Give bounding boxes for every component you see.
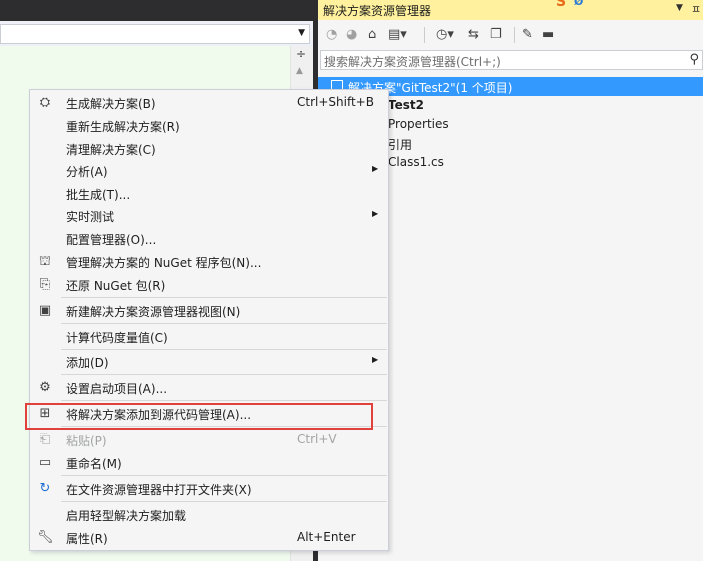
history-icon[interactable]: ◷▾ — [436, 26, 454, 44]
tree-item-label: 引用 — [388, 138, 413, 152]
menu-item-label: 分析(A) — [66, 165, 108, 179]
menu-item-label: 属性(R) — [66, 532, 108, 546]
navigation-dropdown[interactable]: ▼ — [0, 24, 310, 44]
menu-item-label: 启用轻型解决方案加载 — [66, 509, 187, 523]
collapse-all-icon[interactable]: ❐ — [490, 26, 502, 44]
tree-item-label: Class1.cs — [388, 155, 444, 169]
menu-item-label: 批生成(T)... — [66, 188, 131, 202]
menu-item-label: 管理解决方案的 NuGet 程序包(N)... — [66, 256, 262, 270]
menu-item-rebuild-solution[interactable]: 重新生成解决方案(R) — [30, 115, 388, 137]
menu-separator — [61, 501, 387, 502]
menu-item-paste[interactable]: ⎗ 粘贴(P) Ctrl+V — [30, 429, 388, 451]
menu-separator — [61, 297, 387, 298]
highlight-annotation-box — [25, 403, 373, 430]
menu-item-build-solution[interactable]: ⛭ 生成解决方案(B) Ctrl+Shift+B — [30, 92, 388, 114]
menu-item-rename[interactable]: ▭ 重命名(M) — [30, 452, 388, 474]
submenu-arrow-icon: ▶ — [372, 209, 379, 218]
menu-item-label: 清理解决方案(C) — [66, 143, 156, 157]
build-solution-icon: ⛭ — [39, 95, 51, 110]
submenu-arrow-icon: ▶ — [372, 164, 379, 173]
back-icon[interactable]: ◔ — [326, 26, 337, 44]
solution-explorer-toolbar: ◔ ◕ ⌂ ▤▾ ◷▾ ⇆ ❐ ✎ ▬ — [318, 23, 703, 47]
menu-item-label: 实时测试 — [66, 210, 115, 224]
paste-icon: ⎗ — [39, 432, 51, 447]
menu-item-label: 重新生成解决方案(R) — [66, 120, 180, 134]
menu-separator — [61, 475, 387, 476]
menu-separator — [61, 323, 387, 324]
solution-search-input[interactable]: 搜索解决方案资源管理器(Ctrl+;) ⚲ — [320, 50, 703, 70]
submenu-arrow-icon: ▶ — [372, 355, 379, 364]
sync-icon[interactable]: ⇆ — [468, 26, 479, 44]
menu-item-clean-solution[interactable]: 清理解决方案(C) — [30, 138, 388, 160]
menu-separator — [61, 374, 387, 375]
menu-item-lightweight-load[interactable]: 启用轻型解决方案加载 — [30, 504, 388, 526]
menu-item-configuration-manager[interactable]: 配置管理器(O)... — [30, 228, 388, 250]
menu-item-shortcut: Alt+Enter — [297, 530, 356, 544]
menu-separator — [61, 400, 387, 401]
menu-item-add[interactable]: 添加(D) ▶ — [30, 351, 388, 373]
nuget-package-icon: ⛫ — [39, 254, 51, 269]
switch-views-icon[interactable]: ▤▾ — [388, 26, 407, 44]
menu-item-label: 配置管理器(O)... — [66, 233, 157, 247]
watermark-logo-icon-2: Ø — [574, 0, 584, 8]
menu-item-label: 生成解决方案(B) — [66, 97, 156, 111]
restore-package-icon: ⎘ — [39, 277, 51, 292]
menu-item-batch-build[interactable]: 批生成(T)... — [30, 183, 388, 205]
forward-icon[interactable]: ◕ — [346, 26, 357, 44]
menu-item-label: 粘贴(P) — [66, 434, 107, 448]
menu-item-label: 新建解决方案资源管理器视图(N) — [66, 305, 241, 319]
gear-icon: ⚙ — [39, 380, 51, 395]
menu-item-label: 重命名(M) — [66, 457, 122, 471]
menu-item-label: 设置启动项目(A)... — [66, 382, 168, 396]
menu-item-label: 在文件资源管理器中打开文件夹(X) — [66, 483, 252, 497]
scroll-up-icon[interactable]: ▲ — [296, 66, 303, 76]
search-placeholder: 搜索解决方案资源管理器(Ctrl+;) — [324, 55, 501, 69]
refresh-arrow-icon: ↻ — [39, 481, 51, 496]
menu-item-properties[interactable]: 🔧︎ 属性(R) Alt+Enter — [30, 527, 388, 549]
watermark-logo-icon: S — [556, 0, 567, 10]
wrench-icon: 🔧︎ — [37, 530, 54, 545]
menu-item-label: 还原 NuGet 包(R) — [66, 279, 166, 293]
properties-wrench-icon[interactable]: ✎ — [522, 26, 533, 44]
pin-icon[interactable]: ㅍ — [691, 1, 701, 17]
solution-context-menu: ⛭ 生成解决方案(B) Ctrl+Shift+B 重新生成解决方案(R) 清理解… — [29, 89, 389, 551]
menu-item-live-testing[interactable]: 实时测试 ▶ — [30, 205, 388, 227]
menu-item-manage-nuget[interactable]: ⛫ 管理解决方案的 NuGet 程序包(N)... — [30, 251, 388, 273]
new-view-icon: ▣ — [38, 303, 52, 318]
tree-item-label: Properties — [388, 117, 449, 131]
search-icon[interactable]: ⚲ — [689, 52, 699, 67]
menu-item-set-startup-projects[interactable]: ⚙ 设置启动项目(A)... — [30, 377, 388, 399]
chevron-down-icon[interactable]: ▼ — [298, 28, 305, 38]
menu-item-code-metrics[interactable]: 计算代码度量值(C) — [30, 326, 388, 348]
solution-explorer-titlebar: 解决方案资源管理器 S Ø ▼ ㅍ — [318, 0, 703, 20]
preview-icon[interactable]: ▬ — [542, 26, 554, 44]
window-position-dropdown-icon[interactable]: ▼ — [676, 3, 683, 13]
menu-item-restore-nuget[interactable]: ⎘ 还原 NuGet 包(R) — [30, 274, 388, 296]
menu-item-label: 添加(D) — [66, 356, 109, 370]
split-window-icon[interactable]: ÷ — [294, 47, 308, 61]
tree-item-label: Test2 — [388, 98, 424, 112]
menu-item-shortcut: Ctrl+Shift+B — [297, 95, 374, 109]
home-icon[interactable]: ⌂ — [368, 26, 376, 44]
solution-explorer-title: 解决方案资源管理器 — [323, 4, 432, 18]
menu-item-new-explorer-view[interactable]: ▣ 新建解决方案资源管理器视图(N) — [30, 300, 388, 322]
menu-item-label: 计算代码度量值(C) — [66, 331, 168, 345]
menu-item-open-in-explorer[interactable]: ↻ 在文件资源管理器中打开文件夹(X) — [30, 478, 388, 500]
editor-titlebar — [0, 0, 315, 21]
menu-item-analyze[interactable]: 分析(A) ▶ — [30, 160, 388, 182]
menu-item-shortcut: Ctrl+V — [297, 432, 337, 446]
menu-separator — [61, 349, 387, 350]
rename-icon: ▭ — [38, 455, 52, 470]
